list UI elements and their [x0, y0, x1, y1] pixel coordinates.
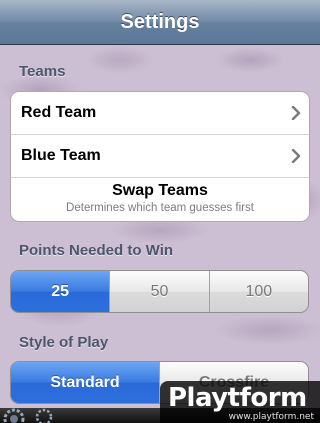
page-title: Settings [120, 10, 200, 33]
points-segmented-control: 25 50 100 [10, 270, 309, 313]
navigation-bar: Settings [0, 0, 320, 45]
swap-teams-subtitle: Determines which team guesses first [66, 202, 254, 214]
settings-screen: Settings Teams Red Team Blue Team Swap T… [0, 0, 320, 423]
points-option-100[interactable]: 100 [208, 271, 308, 312]
style-option-standard[interactable]: Standard [11, 362, 159, 403]
chevron-right-icon [291, 106, 301, 120]
blue-team-label: Blue Team [21, 147, 101, 164]
style-section-header: Style of Play [19, 334, 109, 351]
teams-group: Red Team Blue Team Swap Teams Determines… [10, 91, 310, 222]
watermark-url: www.playtform.net [228, 412, 314, 422]
watermark-logo: Playtform [168, 383, 307, 413]
toolbar-gear[interactable] [0, 405, 60, 423]
swap-teams-title: Swap Teams [112, 182, 208, 199]
points-section-header: Points Needed to Win [19, 242, 174, 259]
watermark: Playtform www.playtform.net [160, 381, 320, 423]
teams-section-header: Teams [19, 63, 66, 80]
points-option-25[interactable]: 25 [11, 271, 110, 312]
blue-team-cell[interactable]: Blue Team [11, 135, 309, 178]
chevron-right-icon [291, 149, 301, 163]
gear-icon [3, 408, 53, 423]
red-team-cell[interactable]: Red Team [11, 92, 309, 135]
swap-teams-button[interactable]: Swap Teams Determines which team guesses… [11, 178, 309, 221]
points-option-50[interactable]: 50 [109, 271, 209, 312]
red-team-label: Red Team [21, 104, 97, 121]
